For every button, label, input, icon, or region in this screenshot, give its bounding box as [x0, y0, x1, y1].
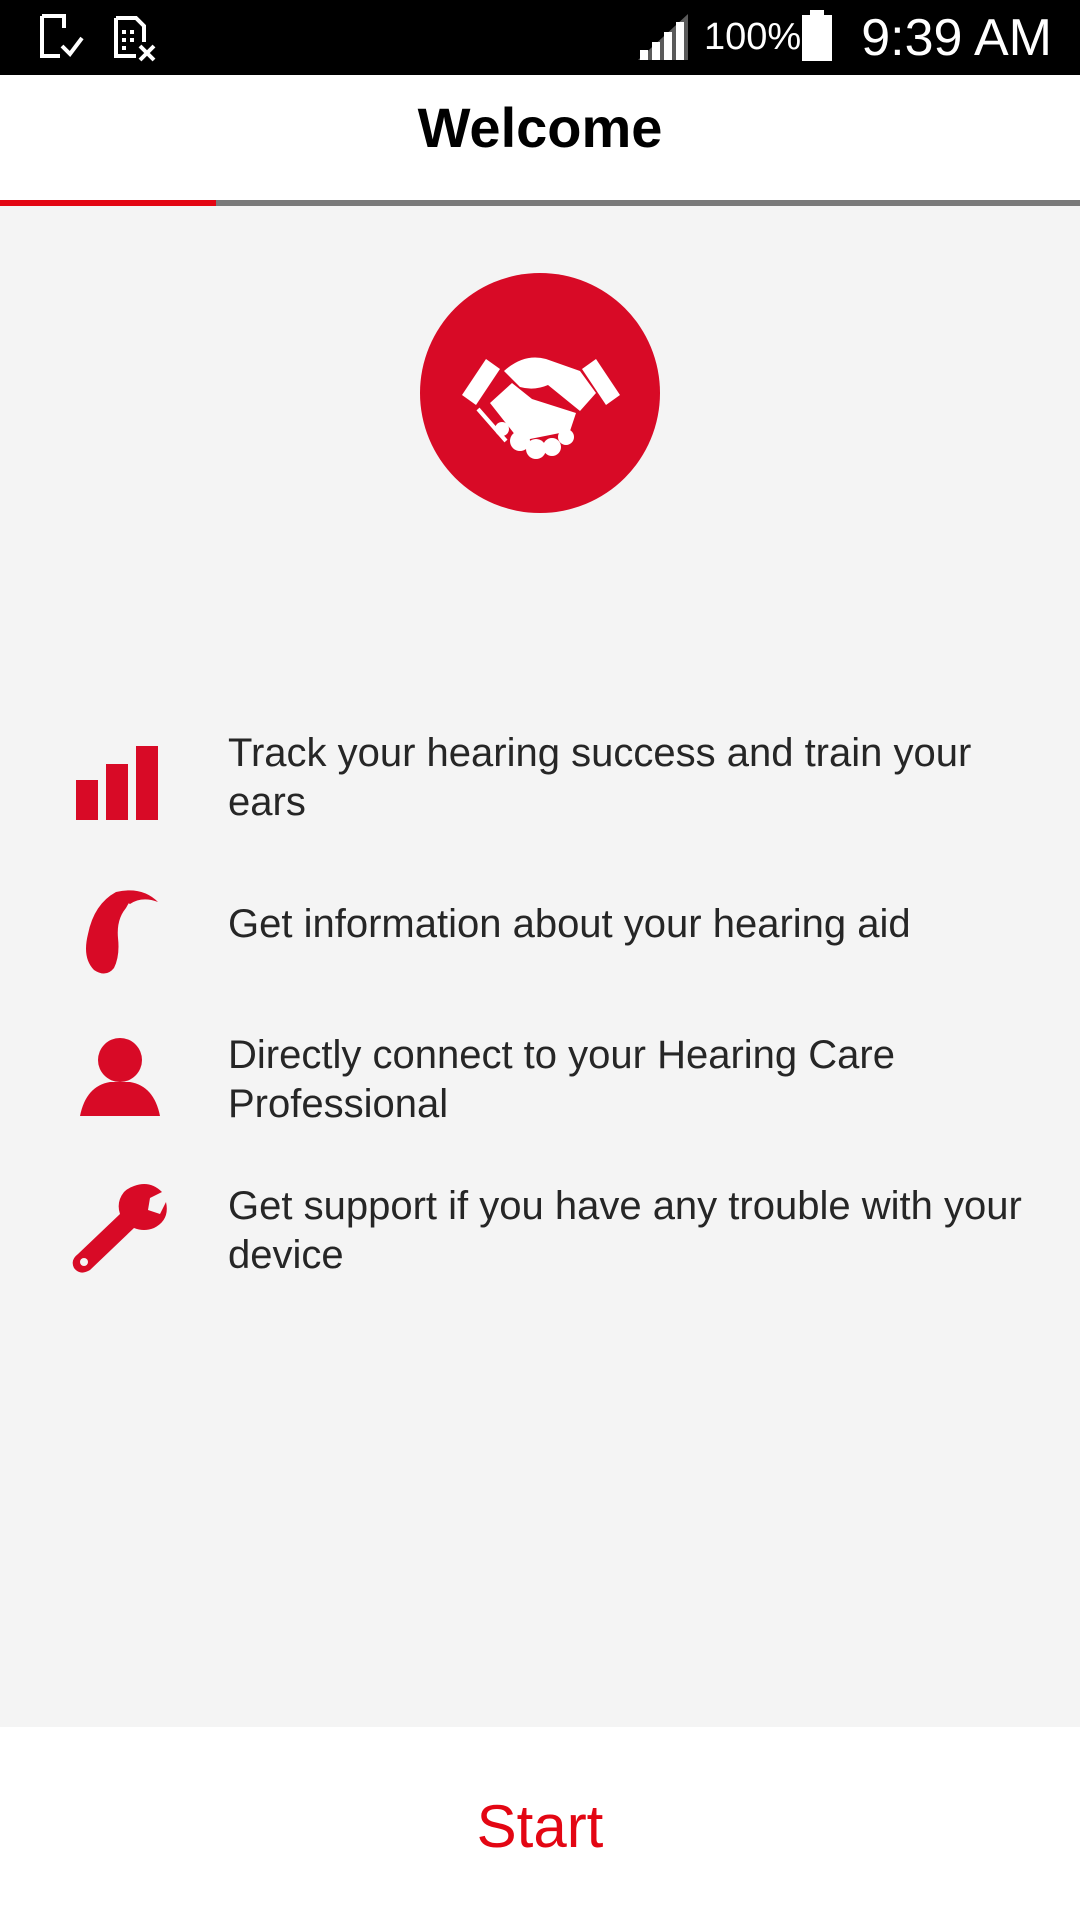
sim-card-x-icon — [110, 12, 158, 67]
person-icon — [70, 1032, 170, 1132]
start-button[interactable]: Start — [340, 1771, 740, 1881]
feature-text-professional: Directly connect to your Hearing Care Pr… — [228, 1033, 895, 1126]
feature-item-hearing-aid: Get information about your hearing aid — [0, 880, 1080, 990]
onboarding-progress-bar — [0, 200, 1080, 206]
signal-icon — [636, 12, 690, 67]
screenshot-icon — [38, 12, 86, 67]
feature-item-professional: Directly connect to your Hearing Care Pr… — [0, 1020, 1080, 1150]
feature-text-hearing-aid: Get information about your hearing aid — [228, 902, 911, 946]
battery-icon — [800, 10, 834, 67]
progress-fill — [0, 200, 216, 206]
app-screen: 100% 9:39 AM Welcome Track your hearing … — [0, 0, 1080, 1920]
header: Welcome — [0, 75, 1080, 200]
battery-percent: 100% — [704, 16, 802, 58]
bar-chart-icon — [70, 730, 170, 830]
bottom-bar: Start — [0, 1727, 1080, 1920]
wrench-icon — [70, 1178, 170, 1278]
status-time: 9:39 AM — [861, 9, 1052, 67]
feature-text-support: Get support if you have any trouble with… — [228, 1184, 1022, 1277]
hearing-aid-icon — [70, 882, 170, 982]
feature-text-tracking: Track your hearing success and train you… — [228, 731, 972, 824]
page-title: Welcome — [417, 96, 663, 159]
feature-item-support: Get support if you have any trouble with… — [0, 1170, 1080, 1300]
status-bar: 100% 9:39 AM — [0, 0, 1080, 75]
hero-circle — [420, 273, 660, 513]
handshake-icon — [462, 357, 620, 459]
feature-item-tracking: Track your hearing success and train you… — [0, 720, 1080, 840]
